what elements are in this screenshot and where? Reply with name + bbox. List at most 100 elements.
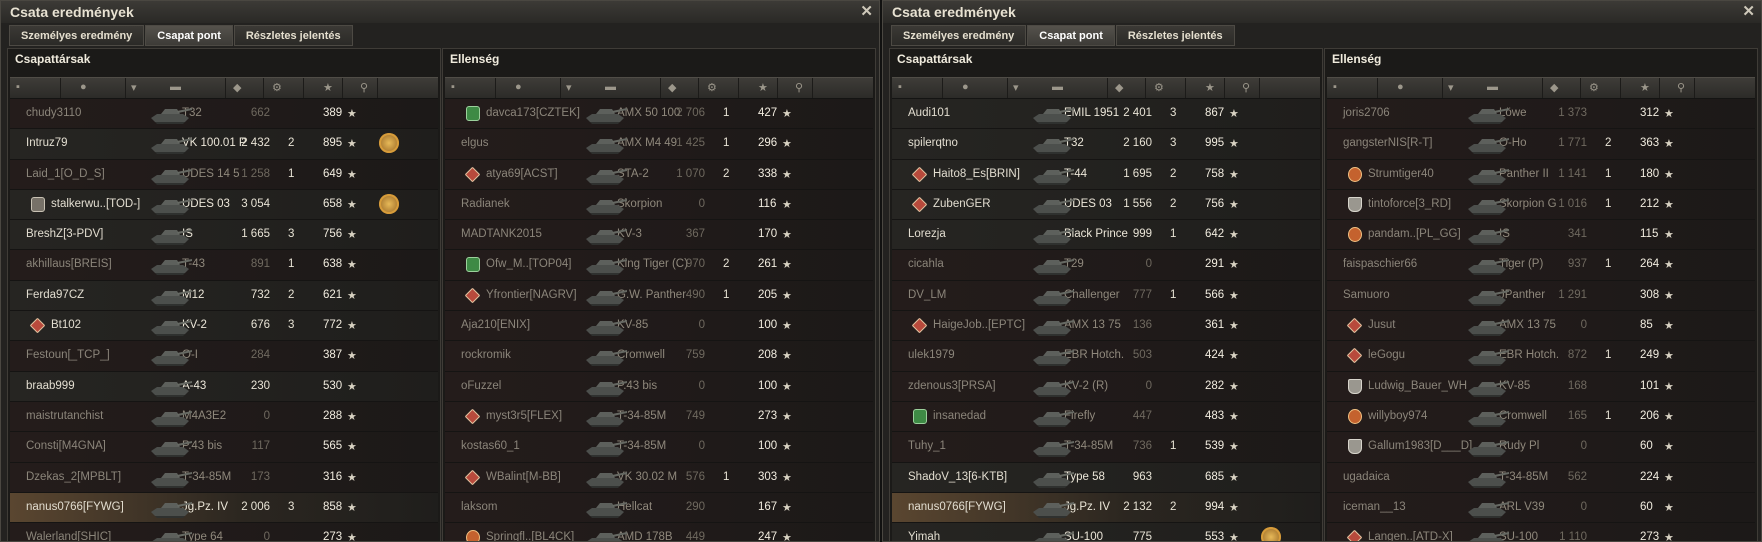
achievement-medal-icon[interactable] bbox=[379, 133, 399, 154]
player-row[interactable]: Festoun[_TCP_] O-I 284 387 ★ bbox=[10, 341, 438, 372]
kills-value: 2 bbox=[1170, 500, 1177, 513]
tab-detailed-report[interactable]: Részletes jelentés bbox=[233, 25, 353, 46]
xp-value: 212 bbox=[1640, 197, 1660, 210]
player-row[interactable]: BreshZ[3-PDV] IS 1 665 3 756 ★ bbox=[10, 220, 438, 251]
player-row[interactable]: Audi101 EMIL 1951 2 401 3 867 ★ bbox=[892, 99, 1320, 130]
player-row[interactable]: Consti[M4GNA] P.43 bis 117 565 ★ bbox=[10, 432, 438, 463]
player-row[interactable]: faispaschier66 Tiger (P) 937 1 264 ★ bbox=[1327, 250, 1755, 281]
team-title: Ellenség bbox=[450, 52, 500, 66]
player-row[interactable]: willyboy974 Cromwell 165 1 206 ★ bbox=[1327, 401, 1755, 433]
achievement-medal-icon[interactable] bbox=[1261, 527, 1281, 541]
player-row[interactable]: kostas60_1 T-34-85M 0 100 ★ bbox=[445, 432, 873, 463]
player-row[interactable]: Bt102 KV-2 676 3 772 ★ bbox=[10, 311, 438, 342]
sort-arrow-icon[interactable]: ▾ bbox=[131, 81, 137, 94]
tank-icon: ▬ bbox=[1052, 81, 1063, 93]
star-icon: ★ bbox=[1229, 198, 1239, 211]
player-row[interactable]: oFuzzel P.43 bis 0 100 ★ bbox=[445, 371, 873, 402]
player-row[interactable]: leGogu EBR Hotch. 872 1 249 ★ bbox=[1327, 341, 1755, 372]
player-row[interactable]: Intruz79 VK 100.01 P2 432 2 895 ★ bbox=[10, 129, 438, 160]
kills-value: 2 bbox=[1170, 167, 1177, 180]
player-row[interactable]: Ferda97CZ M12 732 2 621 ★ bbox=[10, 280, 438, 312]
player-row[interactable]: Walerland[SHIC] Type 64 0 273 ★ bbox=[10, 523, 438, 541]
player-row[interactable]: braab999 A-43 230 530 ★ bbox=[10, 371, 438, 402]
player-row[interactable]: Lorezja Black Prince 999 1 642 ★ bbox=[892, 220, 1320, 251]
player-row[interactable]: ShadoV_13[6-KTB] Type 58 963 685 ★ bbox=[892, 462, 1320, 493]
player-row[interactable]: ugadaica T-34-85M 562 224 ★ bbox=[1327, 462, 1755, 493]
player-row[interactable]: Strumtiger40 Panther II 1 141 1 180 ★ bbox=[1327, 159, 1755, 190]
achievement-medal-icon[interactable] bbox=[379, 193, 399, 214]
player-row[interactable]: maistrutanchist M4A3E2 0 288 ★ bbox=[10, 401, 438, 433]
player-row[interactable]: Yimah SU-100 775 553 ★ bbox=[892, 523, 1320, 542]
tab-team-score[interactable]: Csapat pont bbox=[1027, 25, 1115, 46]
player-row[interactable]: cicahla T29 0 291 ★ bbox=[892, 250, 1320, 281]
player-row[interactable]: laksom Hellcat 290 167 ★ bbox=[445, 492, 873, 524]
player-row[interactable]: HaigeJob..[EPTC] AMX 13 75 136 361 ★ bbox=[892, 311, 1320, 342]
player-row[interactable]: gangsterNIS[R-T] O-Ho 1 771 2 363 ★ bbox=[1327, 129, 1755, 160]
player-row[interactable]: Springfl..[BL4CK] AMD 178B 449 247 ★ bbox=[445, 523, 873, 541]
player-row[interactable]: Samuoro JPanther 1 291 308 ★ bbox=[1327, 280, 1755, 312]
player-row[interactable]: rockromik Cromwell 759 208 ★ bbox=[445, 341, 873, 372]
star-icon: ★ bbox=[1229, 532, 1239, 542]
star-icon: ★ bbox=[347, 259, 357, 272]
player-row[interactable]: Dzekas_2[MPBLT] T-34-85M 173 316 ★ bbox=[10, 462, 438, 493]
close-icon[interactable]: ✕ bbox=[1742, 2, 1755, 20]
player-row[interactable]: zdenous3[PRSA] KV-2 (R) 0 282 ★ bbox=[892, 371, 1320, 402]
player-row[interactable]: Jusut AMX 13 75 0 85 ★ bbox=[1327, 311, 1755, 342]
player-row[interactable]: ZubenGER UDES 03 1 556 2 756 ★ bbox=[892, 189, 1320, 221]
damage-value: 0 bbox=[263, 409, 270, 422]
star-icon: ★ bbox=[1229, 108, 1239, 120]
star-icon: ★ bbox=[782, 259, 792, 272]
sort-arrow-icon[interactable]: ▾ bbox=[566, 81, 572, 94]
player-row[interactable]: Tuhy_1 T-34-85M 736 1 539 ★ bbox=[892, 432, 1320, 463]
player-row[interactable]: elgus AMX M4 49 1 425 1 296 ★ bbox=[445, 129, 873, 160]
player-row[interactable]: tintoforce[3_RD] Skorpion G1 016 1 212 ★ bbox=[1327, 189, 1755, 221]
player-row[interactable]: joris2706 Löwe 1 373 312 ★ bbox=[1327, 99, 1755, 130]
player-row[interactable]: Aja210[ENIX] KV-85 0 100 ★ bbox=[445, 311, 873, 342]
player-row[interactable]: MADTANK2015 KV-3 367 170 ★ bbox=[445, 220, 873, 251]
player-row[interactable]: nanus0766[FYWG] Jg.Pz. IV 2 006 3 858 ★ bbox=[10, 492, 438, 524]
player-row[interactable]: DV_LM Challenger 777 1 566 ★ bbox=[892, 280, 1320, 312]
xp-star-icon: ★ bbox=[1640, 82, 1650, 94]
damage-value: 341 bbox=[1567, 228, 1587, 241]
player-name: oFuzzel bbox=[461, 379, 502, 392]
player-row[interactable]: akhillaus[BREIS] T-43 891 1 638 ★ bbox=[10, 250, 438, 281]
damage-value: 1 665 bbox=[241, 228, 270, 241]
player-row[interactable]: stalkerwu..[TOD-] UDES 03 3 054 658 ★ bbox=[10, 189, 438, 221]
tank-silhouette-icon bbox=[1033, 289, 1074, 306]
tab-personal-results[interactable]: Személyes eredmény bbox=[9, 25, 145, 46]
player-row[interactable]: Yfrontier[NAGRV] G.W. Panther 490 1 205 ★ bbox=[445, 280, 873, 312]
player-row[interactable]: Ofw_M..[TOP04] King Tiger (C) 970 2 261 ★ bbox=[445, 250, 873, 281]
player-row[interactable]: myst3r5[FLEX] T-34-85M 749 273 ★ bbox=[445, 401, 873, 433]
sort-arrow-icon[interactable]: ▾ bbox=[1448, 81, 1454, 94]
sort-arrow-icon[interactable]: ▾ bbox=[1013, 81, 1019, 94]
kills-icon: ⚙ bbox=[1154, 82, 1164, 94]
xp-value: 361 bbox=[1205, 319, 1225, 332]
player-row[interactable]: Ludwig_Bauer_WH KV-85 168 101 ★ bbox=[1327, 371, 1755, 402]
tab-team-score[interactable]: Csapat pont bbox=[145, 25, 233, 46]
player-row[interactable]: davca173[CZTEK] AMX 50 100 2 706 1 427 ★ bbox=[445, 99, 873, 130]
player-name: BreshZ[3-PDV] bbox=[26, 228, 104, 241]
player-row[interactable]: iceman__13 ARL V39 0 60 ★ bbox=[1327, 492, 1755, 524]
player-row[interactable]: spilerqtno T32 2 160 3 995 ★ bbox=[892, 129, 1320, 160]
player-row[interactable]: insanedad Firefly 447 483 ★ bbox=[892, 401, 1320, 433]
platoon-icon: ▪ bbox=[898, 81, 902, 93]
player-row[interactable]: chudy3110 T32 662 389 ★ bbox=[10, 99, 438, 130]
star-icon: ★ bbox=[1664, 289, 1674, 302]
player-row[interactable]: Laid_1[O_D_S] UDES 14 51 258 1 649 ★ bbox=[10, 159, 438, 190]
player-row[interactable]: Haito8_Es[BRIN] T-44 1 695 2 758 ★ bbox=[892, 159, 1320, 190]
player-row[interactable]: Langen..[ATD-X] SU-100 1 110 273 ★ bbox=[1327, 523, 1755, 542]
tab-personal-results[interactable]: Személyes eredmény bbox=[891, 25, 1027, 46]
player-row[interactable]: pandam..[PL_GG] IS 341 115 ★ bbox=[1327, 220, 1755, 251]
close-icon[interactable]: ✕ bbox=[860, 2, 873, 20]
player-row[interactable]: WBalint[M-BB] VK 30.02 M 576 1 303 ★ bbox=[445, 462, 873, 493]
xp-value: 273 bbox=[1640, 531, 1660, 542]
tab-detailed-report[interactable]: Részletes jelentés bbox=[1115, 25, 1235, 46]
player-name: gangsterNIS[R-T] bbox=[1343, 137, 1433, 150]
star-icon: ★ bbox=[347, 168, 357, 181]
xp-value: 530 bbox=[323, 379, 343, 392]
player-row[interactable]: atya69[ACST] STA-2 1 070 2 338 ★ bbox=[445, 159, 873, 190]
player-row[interactable]: Radianek Skorpion 0 116 ★ bbox=[445, 189, 873, 221]
player-row[interactable]: Gallum1983[D___D] Rudy Pl 0 60 ★ bbox=[1327, 432, 1755, 463]
player-row[interactable]: nanus0766[FYWG] Jg.Pz. IV 2 132 2 994 ★ bbox=[892, 492, 1320, 524]
player-row[interactable]: ulek1979 EBR Hotch. 503 424 ★ bbox=[892, 341, 1320, 372]
